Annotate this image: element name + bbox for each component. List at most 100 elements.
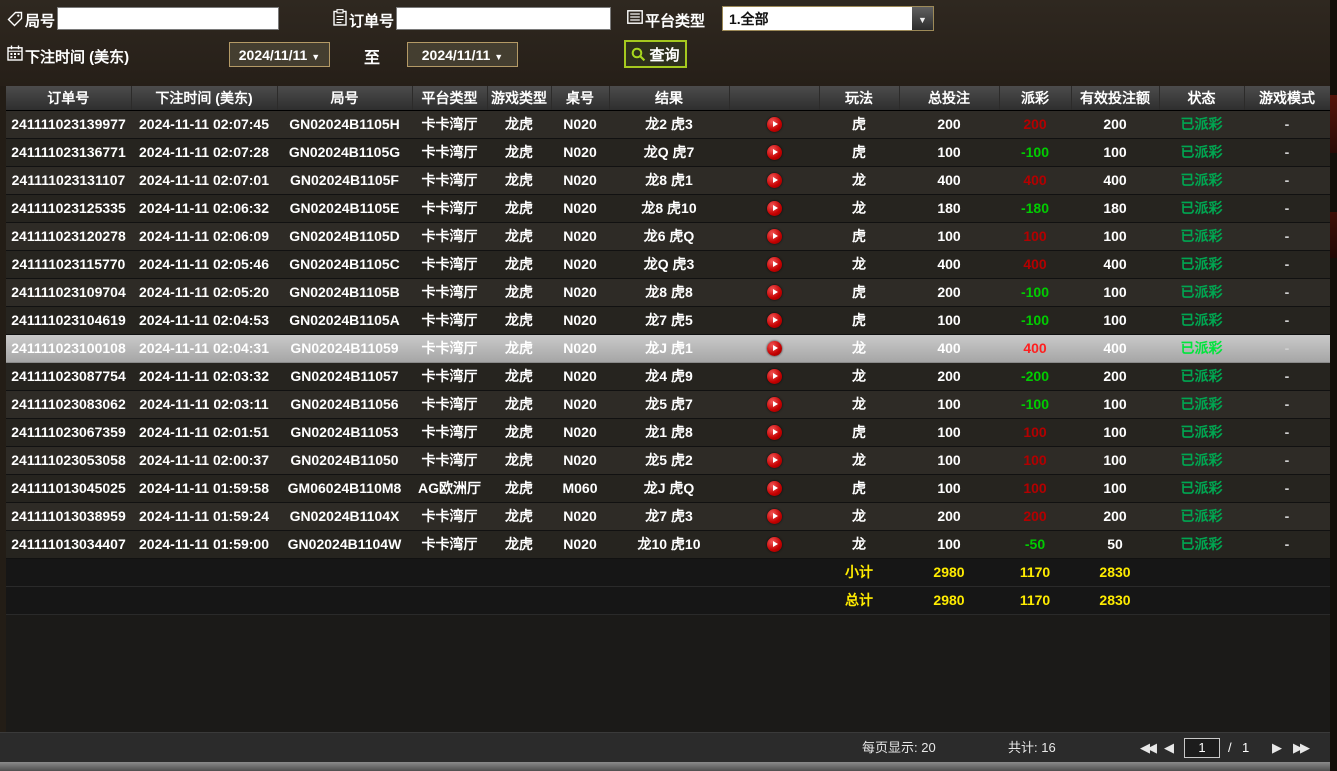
query-button-label: 查询	[649, 44, 679, 65]
cell-game-mode: -	[1244, 138, 1330, 166]
cell-game-type: 龙虎	[487, 166, 551, 194]
dropdown-arrow-icon	[494, 47, 503, 63]
cell-order-number: 241111023115770	[6, 250, 131, 278]
table-summary: 小计 2980 1170 2830 总计 2980 1170 2830	[6, 558, 1330, 614]
platform-type-value: 1.全部	[723, 9, 912, 29]
cell-total-bet: 100	[899, 418, 999, 446]
table-row[interactable]: 241111023104619 2024-11-11 02:04:53 GN02…	[6, 306, 1330, 334]
order-number-input[interactable]	[396, 7, 611, 30]
cell-total-bet: 100	[899, 474, 999, 502]
table-row[interactable]: 241111023115770 2024-11-11 02:05:46 GN02…	[6, 250, 1330, 278]
total-payout: 1170	[999, 586, 1071, 614]
table-row[interactable]: 241111023131107 2024-11-11 02:07:01 GN02…	[6, 166, 1330, 194]
cell-valid-bet: 400	[1071, 334, 1159, 362]
cell-game-type: 龙虎	[487, 278, 551, 306]
table-row[interactable]: 241111013038959 2024-11-11 01:59:24 GN02…	[6, 502, 1330, 530]
cell-platform-type: 卡卡湾厅	[412, 110, 487, 138]
play-icon[interactable]	[767, 285, 782, 300]
cell-platform-type: 卡卡湾厅	[412, 166, 487, 194]
play-icon[interactable]	[767, 509, 782, 524]
cell-valid-bet: 100	[1071, 222, 1159, 250]
date-from-select[interactable]: 2024/11/11	[229, 42, 330, 67]
table-row[interactable]: 241111023053058 2024-11-11 02:00:37 GN02…	[6, 446, 1330, 474]
cell-play-type: 虎	[819, 418, 899, 446]
cell-play-type: 龙	[819, 250, 899, 278]
table-row[interactable]: 241111023109704 2024-11-11 02:05:20 GN02…	[6, 278, 1330, 306]
page-number-input[interactable]: 1	[1184, 738, 1220, 758]
previous-page-button[interactable]	[1164, 733, 1174, 763]
play-icon[interactable]	[767, 397, 782, 412]
next-page-button[interactable]	[1272, 733, 1282, 763]
col-header-result: 结果	[609, 86, 729, 110]
cell-play-type: 虎	[819, 110, 899, 138]
play-icon[interactable]	[767, 257, 782, 272]
cell-video	[729, 362, 819, 390]
subtotal-row: 小计 2980 1170 2830	[6, 558, 1330, 586]
cell-video	[729, 222, 819, 250]
cell-game-mode: -	[1244, 110, 1330, 138]
play-icon[interactable]	[767, 453, 782, 468]
cell-status: 已派彩	[1159, 334, 1244, 362]
table-row[interactable]: 241111023087754 2024-11-11 02:03:32 GN02…	[6, 362, 1330, 390]
cell-table-number: N020	[551, 530, 609, 558]
cell-play-type: 虎	[819, 138, 899, 166]
cell-play-type: 龙	[819, 194, 899, 222]
first-page-button[interactable]	[1140, 733, 1154, 763]
cell-table-number: N020	[551, 306, 609, 334]
play-icon[interactable]	[767, 229, 782, 244]
cell-valid-bet: 200	[1071, 110, 1159, 138]
cell-play-type: 虎	[819, 222, 899, 250]
play-icon[interactable]	[767, 145, 782, 160]
play-icon[interactable]	[767, 201, 782, 216]
cell-platform-type: 卡卡湾厅	[412, 194, 487, 222]
cell-video	[729, 502, 819, 530]
last-page-button[interactable]	[1293, 733, 1307, 763]
table-row[interactable]: 241111023139977 2024-11-11 02:07:45 GN02…	[6, 110, 1330, 138]
cell-video	[729, 446, 819, 474]
play-icon[interactable]	[767, 425, 782, 440]
cell-valid-bet: 200	[1071, 502, 1159, 530]
total-row: 总计 2980 1170 2830	[6, 586, 1330, 614]
table-row[interactable]: 241111023067359 2024-11-11 02:01:51 GN02…	[6, 418, 1330, 446]
date-to-select[interactable]: 2024/11/11	[407, 42, 518, 67]
col-header-status: 状态	[1159, 86, 1244, 110]
col-header-play-type: 玩法	[819, 86, 899, 110]
cell-platform-type: 卡卡湾厅	[412, 222, 487, 250]
cell-video	[729, 306, 819, 334]
col-header-game-type: 游戏类型	[487, 86, 551, 110]
cell-round-number: GN02024B1105F	[277, 166, 412, 194]
table-row[interactable]: 241111013045025 2024-11-11 01:59:58 GM06…	[6, 474, 1330, 502]
play-icon[interactable]	[767, 313, 782, 328]
play-icon[interactable]	[767, 173, 782, 188]
cell-result: 龙8 虎8	[609, 278, 729, 306]
cell-platform-type: 卡卡湾厅	[412, 362, 487, 390]
platform-type-select[interactable]: 1.全部	[722, 6, 934, 31]
cell-video	[729, 530, 819, 558]
cell-video	[729, 250, 819, 278]
cell-status: 已派彩	[1159, 278, 1244, 306]
play-icon[interactable]	[767, 481, 782, 496]
cell-table-number: N020	[551, 362, 609, 390]
table-row[interactable]: 241111013034407 2024-11-11 01:59:00 GN02…	[6, 530, 1330, 558]
play-icon[interactable]	[767, 117, 782, 132]
cell-game-type: 龙虎	[487, 110, 551, 138]
cell-valid-bet: 50	[1071, 530, 1159, 558]
round-number-input[interactable]	[57, 7, 279, 30]
query-button[interactable]: 查询	[624, 40, 687, 68]
cell-order-number: 241111023100108	[6, 334, 131, 362]
cell-status: 已派彩	[1159, 418, 1244, 446]
play-icon[interactable]	[767, 341, 782, 356]
play-icon[interactable]	[767, 537, 782, 552]
table-row[interactable]: 241111023136771 2024-11-11 02:07:28 GN02…	[6, 138, 1330, 166]
date-to-value: 2024/11/11	[422, 47, 491, 63]
table-row[interactable]: 241111023125335 2024-11-11 02:06:32 GN02…	[6, 194, 1330, 222]
cell-game-type: 龙虎	[487, 334, 551, 362]
table-row[interactable]: 241111023120278 2024-11-11 02:06:09 GN02…	[6, 222, 1330, 250]
cell-valid-bet: 200	[1071, 362, 1159, 390]
play-icon[interactable]	[767, 369, 782, 384]
cell-game-mode: -	[1244, 530, 1330, 558]
table-row[interactable]: 241111023100108 2024-11-11 02:04:31 GN02…	[6, 334, 1330, 362]
cell-round-number: GN02024B1105B	[277, 278, 412, 306]
cell-play-type: 龙	[819, 446, 899, 474]
table-row[interactable]: 241111023083062 2024-11-11 02:03:11 GN02…	[6, 390, 1330, 418]
